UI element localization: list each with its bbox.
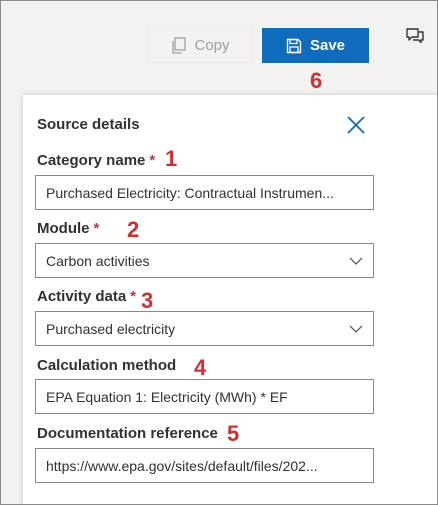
annotation-4: 4 bbox=[194, 355, 207, 380]
close-icon[interactable] bbox=[346, 115, 366, 135]
module-select[interactable]: Carbon activities bbox=[35, 243, 374, 278]
documentation-reference-label: Documentation reference bbox=[37, 425, 218, 442]
module-value: Carbon activities bbox=[46, 252, 150, 269]
calculation-method-value: EPA Equation 1: Electricity (MWh) * EF bbox=[46, 388, 288, 405]
chevron-down-icon bbox=[349, 257, 363, 265]
calculation-method-input[interactable]: EPA Equation 1: Electricity (MWh) * EF bbox=[35, 379, 374, 414]
activity-data-select[interactable]: Purchased electricity bbox=[35, 311, 374, 346]
documentation-reference-input[interactable]: https://www.epa.gov/sites/default/files/… bbox=[35, 448, 374, 483]
annotation-3: 3 bbox=[141, 288, 154, 313]
category-name-input[interactable]: Purchased Electricity: Contractual Instr… bbox=[35, 175, 374, 210]
annotation-6: 6 bbox=[310, 68, 323, 93]
calculation-method-label: Calculation method bbox=[37, 357, 176, 374]
category-name-label: Category name * bbox=[37, 152, 155, 169]
annotation-2: 2 bbox=[127, 217, 140, 242]
copy-button[interactable]: Copy bbox=[147, 28, 253, 63]
activity-data-value: Purchased electricity bbox=[46, 320, 176, 337]
required-marker: * bbox=[130, 288, 137, 305]
required-marker: * bbox=[93, 220, 100, 237]
app-window: Copy Save 6 Source details Category name… bbox=[0, 0, 438, 505]
copy-button-label: Copy bbox=[194, 37, 230, 54]
category-name-value: Purchased Electricity: Contractual Instr… bbox=[46, 184, 334, 201]
annotation-1: 1 bbox=[165, 146, 178, 171]
activity-data-label: Activity data * bbox=[37, 288, 136, 305]
calculation-method-label-text: Calculation method bbox=[37, 357, 177, 374]
copy-icon bbox=[172, 36, 187, 54]
annotation-5: 5 bbox=[227, 421, 240, 446]
panel-title: Source details bbox=[37, 116, 140, 133]
activity-data-label-text: Activity data bbox=[37, 288, 127, 305]
required-marker: * bbox=[149, 152, 156, 169]
chevron-down-icon bbox=[349, 325, 363, 333]
source-details-panel: Source details Category name * 1 Purchase… bbox=[23, 95, 437, 504]
category-name-label-text: Category name bbox=[37, 152, 146, 169]
save-icon bbox=[286, 38, 302, 53]
module-label-text: Module bbox=[37, 220, 90, 237]
save-button-label: Save bbox=[309, 37, 346, 54]
save-button[interactable]: Save bbox=[262, 28, 369, 63]
chat-icon[interactable] bbox=[405, 26, 425, 46]
documentation-reference-value: https://www.epa.gov/sites/default/files/… bbox=[46, 457, 318, 474]
documentation-reference-label-text: Documentation reference bbox=[37, 425, 218, 442]
module-label: Module * bbox=[37, 220, 99, 237]
